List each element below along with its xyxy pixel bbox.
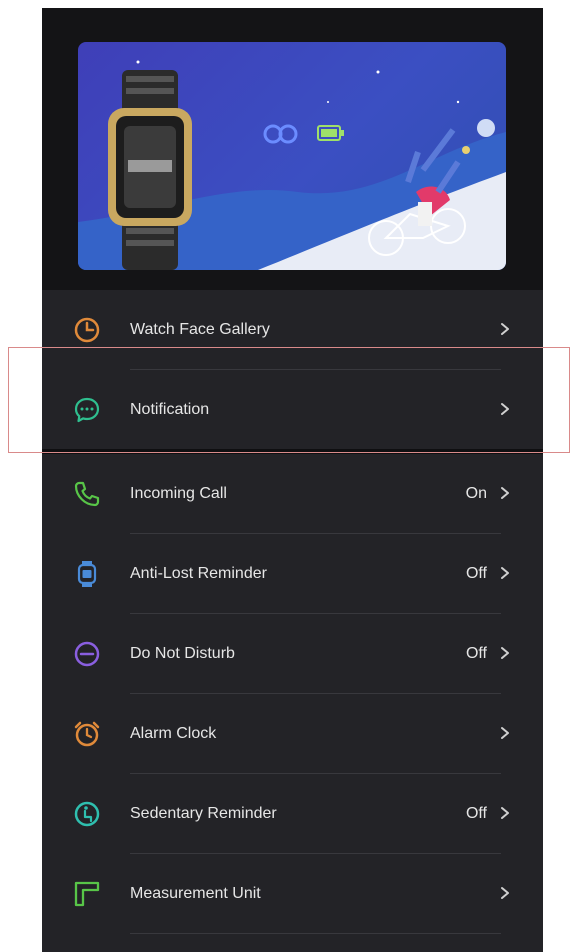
watch-promo-banner[interactable] xyxy=(78,42,506,270)
menu-item-label: Do Not Disturb xyxy=(130,645,235,662)
chevron-right-icon xyxy=(501,887,509,899)
menu-item-label: Anti-Lost Reminder xyxy=(130,565,267,582)
alarm-clock-icon xyxy=(74,721,100,747)
menu-item-alarm-clock[interactable]: Alarm Clock xyxy=(42,694,543,773)
chat-bubble-icon xyxy=(74,397,100,423)
menu-item-sedentary-reminder[interactable]: Sedentary Reminder Off xyxy=(42,774,543,853)
watch-face-icon xyxy=(74,317,100,343)
menu-item-label: Measurement Unit xyxy=(130,885,261,902)
watch-device-icon xyxy=(77,561,97,587)
chevron-right-icon xyxy=(501,807,509,819)
settings-menu: Watch Face Gallery Notification Incoming… xyxy=(42,290,543,952)
chevron-right-icon xyxy=(501,567,509,579)
menu-item-value: Off xyxy=(465,645,487,662)
menu-item-do-not-disturb[interactable]: Do Not Disturb Off xyxy=(42,614,543,693)
chevron-right-icon xyxy=(501,727,509,739)
banner-illustration xyxy=(78,60,506,270)
phone-icon xyxy=(74,481,100,507)
minus-circle-icon xyxy=(74,641,100,667)
chevron-right-icon xyxy=(501,487,509,499)
chevron-right-icon xyxy=(501,403,509,415)
menu-item-anti-lost-reminder[interactable]: Anti-Lost Reminder Off xyxy=(42,534,543,613)
menu-item-incoming-call[interactable]: Incoming Call On xyxy=(42,454,543,533)
menu-item-label: Alarm Clock xyxy=(130,725,217,742)
menu-item-watch-face-gallery[interactable]: Watch Face Gallery xyxy=(42,290,543,369)
chevron-right-icon xyxy=(501,323,509,335)
menu-item-value: On xyxy=(465,485,487,502)
app-screen: Watch Face Gallery Notification Incoming… xyxy=(42,8,543,952)
menu-item-label: Incoming Call xyxy=(130,485,227,502)
menu-item-label: Watch Face Gallery xyxy=(130,321,270,338)
menu-divider xyxy=(130,933,501,934)
menu-item-label: Sedentary Reminder xyxy=(130,805,277,822)
menu-item-notification[interactable]: Notification xyxy=(42,370,543,449)
sedentary-icon xyxy=(74,801,100,827)
menu-item-value: Off xyxy=(465,805,487,822)
menu-item-label: Notification xyxy=(130,401,210,418)
menu-item-measurement-unit[interactable]: Measurement Unit xyxy=(42,854,543,933)
menu-item-value: Off xyxy=(465,565,487,582)
chevron-right-icon xyxy=(501,647,509,659)
ruler-icon xyxy=(74,881,100,907)
